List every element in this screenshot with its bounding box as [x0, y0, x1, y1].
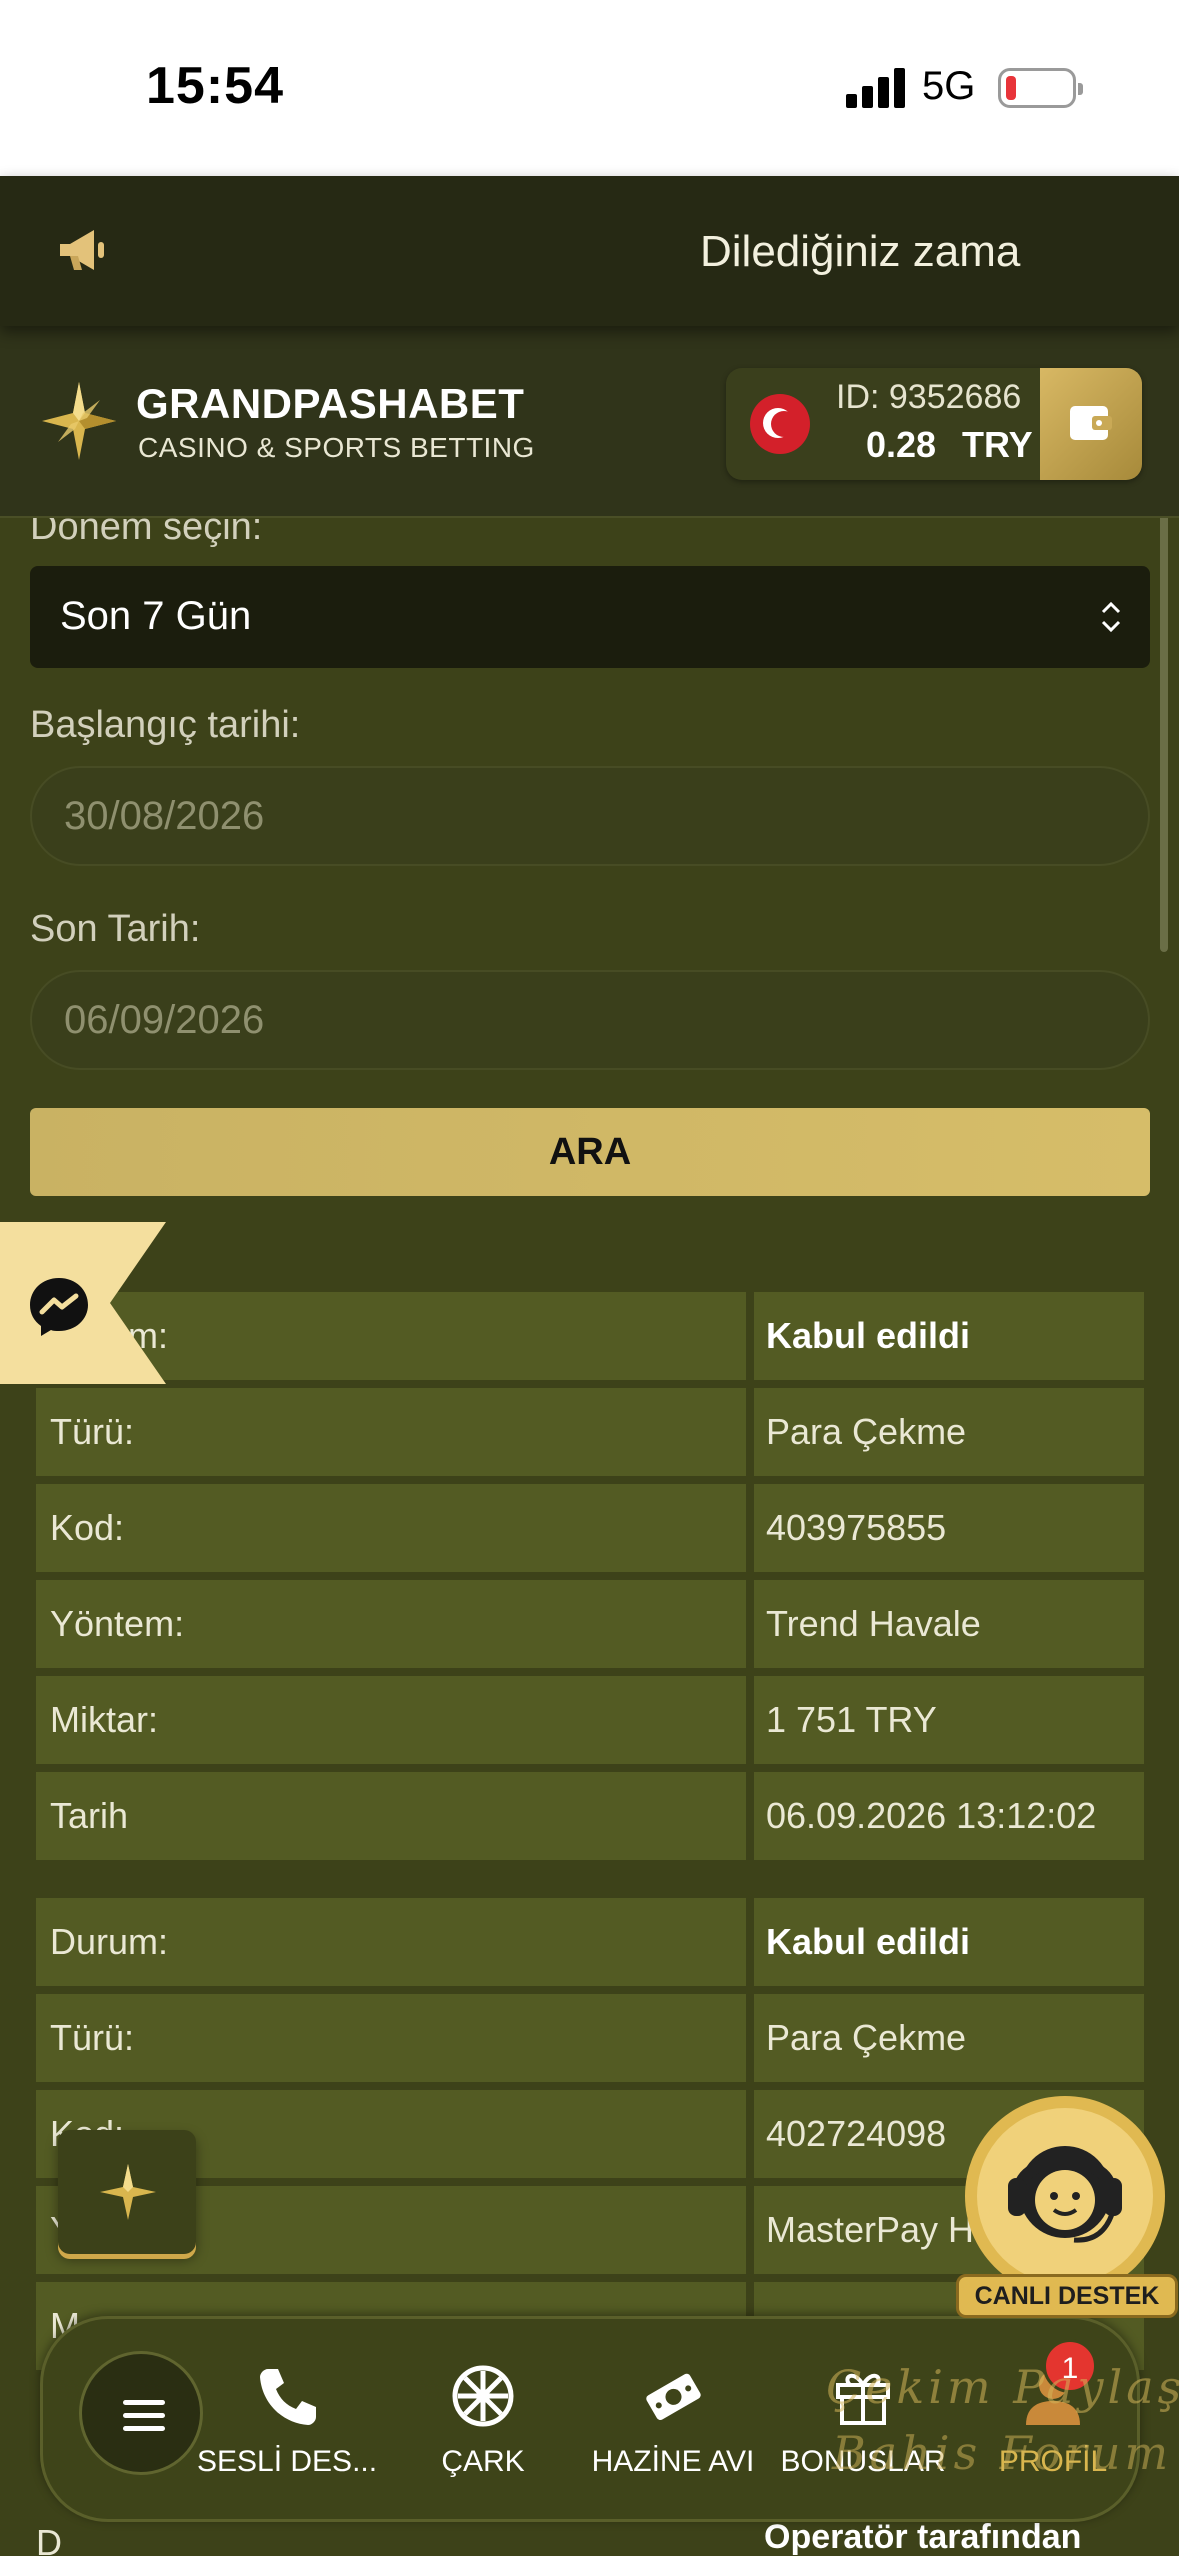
announcement-text: Dilediğiniz zama [700, 227, 1021, 276]
bottom-nav: SESLİ DES... ÇARK HAZİNE AVI BONUSLAR PR… [40, 2316, 1140, 2522]
table-row: Miktar: 1 751 TRY [36, 1676, 1144, 1764]
battery-level [1006, 76, 1016, 100]
nav-item-wheel[interactable]: ÇARK [393, 2363, 573, 2493]
table-cell-value: Para Çekme [754, 1388, 1144, 1476]
table-cell-label: Durum: [36, 1898, 746, 1986]
battery-icon [998, 68, 1083, 108]
wallet-icon [1070, 406, 1112, 440]
watermark-text: Bahis Forum [832, 2426, 1173, 2480]
nav-item-treasure-hunt[interactable]: HAZİNE AVI [583, 2363, 763, 2493]
table-cell-value: Kabul edildi [754, 1898, 1144, 1986]
table-cell-value: Trend Havale [754, 1580, 1144, 1668]
table-row: Durum: Kabul edildi [36, 1898, 1144, 1986]
logo-star-icon[interactable] [38, 380, 120, 462]
network-label: 5G [922, 64, 976, 108]
nav-label: SESLİ DES... [197, 2445, 378, 2478]
messenger-tab[interactable] [0, 1222, 166, 1384]
watermark-text: Çekim Paylaş [826, 2360, 1179, 2414]
table-cell-label: Türü: [36, 1388, 746, 1476]
start-date-value: 30/08/2026 [64, 794, 265, 838]
wheel-icon [452, 2365, 514, 2427]
table-row: Türü: Para Çekme [36, 1388, 1144, 1476]
megaphone-icon [60, 230, 104, 270]
table-row: Türü: Para Çekme [36, 1994, 1144, 2082]
messenger-icon [30, 1278, 88, 1336]
table-cell-value: 1 751 TRY [754, 1676, 1144, 1764]
table-cell-label: Miktar: [36, 1676, 746, 1764]
live-support-label[interactable]: CANLI DESTEK [956, 2274, 1178, 2318]
account-currency: TRY [962, 424, 1033, 465]
period-select[interactable]: Son 7 Gün [30, 566, 1150, 668]
table-cell-label: D [36, 2522, 62, 2556]
table-cell-label: Yöntem: [36, 1580, 746, 1668]
star-shortcut-button[interactable] [58, 2130, 196, 2254]
status-bar: 15:54 5G [0, 0, 1179, 176]
start-date-input[interactable]: 30/08/2026 [30, 766, 1150, 866]
announcement-ticker: Dilediğiniz zama [700, 220, 1036, 284]
account-id: ID: 9352686 [836, 378, 1022, 416]
start-date-label: Başlangıç tarihi: [30, 704, 301, 746]
table-cell-value: 403975855 [754, 1484, 1144, 1572]
turkey-flag-icon [750, 394, 810, 454]
select-arrows-icon [1101, 601, 1121, 633]
table-cell-value: 06.09.2026 13:12:02 [754, 1772, 1144, 1860]
nav-label: ÇARK [441, 2445, 525, 2478]
end-date-input[interactable]: 06/09/2026 [30, 970, 1150, 1070]
search-button[interactable]: ARA [30, 1108, 1150, 1196]
treasure-icon [646, 2373, 701, 2421]
site-header: GRANDPASHABET CASINO & SPORTS BETTING ID… [0, 326, 1179, 518]
table-cell-label: Kod: [36, 1484, 746, 1572]
phone-icon [260, 2369, 316, 2425]
nav-label: HAZİNE AVI [591, 2445, 755, 2478]
signal-icon [846, 66, 906, 108]
nav-item-voice-support[interactable]: SESLİ DES... [197, 2363, 377, 2493]
star-icon [100, 2164, 156, 2220]
status-time: 15:54 [146, 57, 284, 115]
table-cell-value: Kabul edildi [754, 1292, 1144, 1380]
table-row: Yöntem: Trend Havale [36, 1580, 1144, 1668]
wallet-button[interactable] [1040, 368, 1142, 480]
table-row: Tarih 06.09.2026 13:12:02 [36, 1772, 1144, 1860]
table-row: Durum: Kabul edildi [36, 1292, 1144, 1380]
end-date-label: Son Tarih: [30, 908, 201, 950]
announcement-bar[interactable]: Dilediğiniz zama [0, 176, 1179, 326]
menu-button[interactable] [79, 2351, 203, 2475]
account-balance: 0.28 [866, 424, 937, 465]
brand-subtitle: CASINO & SPORTS BETTING [138, 432, 535, 463]
table-cell-label: Türü: [36, 1994, 746, 2082]
table-cell-value: Para Çekme [754, 1994, 1144, 2082]
table-cell-value: Operatör tarafından [764, 2518, 1082, 2556]
end-date-value: 06/09/2026 [64, 998, 265, 1042]
table-row: Kod: 403975855 [36, 1484, 1144, 1572]
table-cell-label: Tarih [36, 1772, 746, 1860]
brand-name: GRANDPASHABET [136, 380, 525, 427]
period-select-value: Son 7 Gün [60, 594, 252, 638]
